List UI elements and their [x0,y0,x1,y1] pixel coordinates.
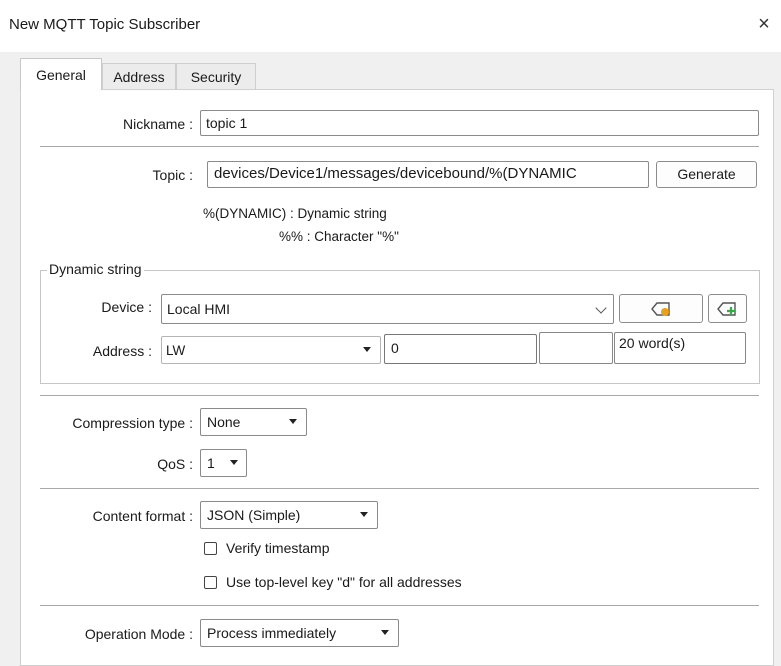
dynamic-string-group [40,270,760,384]
content-format-label: Content format : [92,508,193,524]
qos-select[interactable]: 1 [200,449,247,477]
add-device-button[interactable] [708,294,747,323]
device-tag-settings-icon [651,302,670,316]
operation-mode-select[interactable]: Process immediately [200,619,399,647]
qos-label: QoS : [157,456,193,472]
qos-value: 1 [207,455,215,471]
nickname-input[interactable]: topic 1 [200,110,759,136]
topic-label: Topic : [152,167,193,183]
operation-mode-value: Process immediately [207,625,337,641]
address-type-select[interactable]: LW [161,336,381,364]
verify-timestamp-label: Verify timestamp [226,540,330,556]
divider [40,395,759,396]
address-input[interactable]: 0 [384,334,537,364]
chevron-down-icon [595,302,607,314]
device-tag-add-icon [716,302,736,316]
operation-mode-label: Operation Mode : [84,626,193,642]
close-icon[interactable]: × [752,12,776,36]
divider [40,488,759,489]
compression-type-label: Compression type : [72,415,193,431]
nickname-label: Nickname : [122,116,193,132]
top-level-key-label: Use top-level key "d" for all addresses [226,574,462,590]
compression-type-select[interactable]: None [200,408,307,436]
content-format-select[interactable]: JSON (Simple) [200,501,378,529]
generate-button[interactable]: Generate [656,161,757,188]
window-title: New MQTT Topic Subscriber [9,16,201,33]
dropdown-arrow-icon [360,512,368,517]
dropdown-arrow-icon [363,347,371,352]
dropdown-arrow-icon [230,460,238,465]
tab-general[interactable]: General [20,58,102,90]
device-select[interactable]: Local HMI [161,294,614,324]
verify-timestamp-checkbox[interactable] [204,542,217,555]
device-settings-button[interactable] [619,294,703,323]
tab-security[interactable]: Security [176,63,256,89]
address-type-value: LW [166,343,186,358]
device-label: Device : [101,299,152,315]
dynamic-string-legend: Dynamic string [47,261,144,277]
address-label: Address : [92,343,152,359]
dropdown-arrow-icon [289,419,297,424]
hint-dynamic-text: %(DYNAMIC) : Dynamic string [203,206,387,221]
topic-input[interactable]: devices/Device1/messages/devicebound/%(D… [207,161,649,188]
device-select-value: Local HMI [167,301,231,317]
address-extra-input[interactable] [539,332,613,364]
divider [40,605,759,606]
tab-address[interactable]: Address [102,63,176,89]
compression-type-value: None [207,414,241,430]
content-format-value: JSON (Simple) [207,507,301,523]
divider [40,146,759,147]
dropdown-arrow-icon [381,630,389,635]
hint-percent-text: %% : Character "%" [279,229,399,244]
length-field: 20 word(s) [614,332,746,364]
top-level-key-checkbox[interactable] [204,576,217,589]
